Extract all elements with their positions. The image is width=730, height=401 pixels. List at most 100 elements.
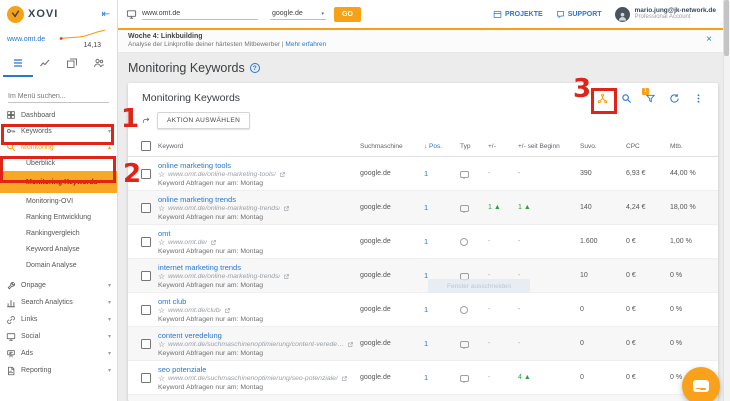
row-checkbox[interactable] (141, 169, 151, 179)
sidebar-tab[interactable] (91, 56, 107, 73)
engine-value: google.de (360, 170, 424, 177)
xovi-logo-icon (7, 6, 24, 23)
row-checkbox[interactable] (141, 237, 151, 247)
sidebar-tab[interactable] (37, 56, 53, 73)
select-all-checkbox[interactable] (141, 141, 151, 151)
page-scrollbar[interactable] (723, 0, 730, 401)
sidebar-subitem[interactable]: Keyword Analyse (0, 241, 117, 257)
toolbar-button[interactable] (669, 93, 680, 104)
sidebar-item[interactable]: Ads ▾ (0, 345, 117, 362)
collapse-sidebar-icon[interactable]: ⇤ (102, 9, 110, 20)
star-icon[interactable]: ☆ (158, 273, 165, 281)
row-checkbox[interactable] (141, 373, 151, 383)
position-value[interactable]: 1 (424, 373, 460, 382)
keyword-link[interactable]: content veredelung (158, 331, 354, 340)
ovi-value: 14,13 (83, 42, 110, 49)
screen-icon (126, 9, 137, 20)
external-link-icon[interactable] (341, 375, 348, 382)
sidebar-tab[interactable] (64, 56, 80, 73)
toolbar-button[interactable]: 1 (645, 93, 656, 104)
col-keyword[interactable]: Keyword (158, 143, 360, 150)
chat-widget-button[interactable] (682, 367, 720, 401)
keyword-link[interactable]: seo potenziale (158, 365, 354, 374)
annotation-number-2: 2 (123, 161, 141, 187)
cpc-value: 0 € (626, 306, 670, 313)
support-link[interactable]: SUPPORT (556, 10, 602, 19)
col-change-since[interactable]: +/- seit Beginn (518, 143, 580, 150)
col-suchmaschine[interactable]: Suchmaschine (360, 143, 424, 150)
mtb-value: 0 % (670, 340, 718, 347)
sidebar-subitem[interactable]: Ranking Entwicklung (0, 209, 117, 225)
toolbar-button[interactable] (693, 93, 704, 104)
sidebar-subitem-label: Rankingvergleich (26, 230, 80, 237)
col-pos-sorted[interactable]: ↓ Pos. (424, 143, 460, 150)
col-cpc[interactable]: CPC (626, 143, 670, 150)
user-avatar[interactable] (615, 7, 630, 22)
chevron-down-icon: ▾ (108, 333, 111, 340)
chevron-down-icon: ▾ (108, 350, 111, 357)
sidebar-subitem[interactable]: Monitoring-OVI (0, 193, 117, 209)
projekte-link[interactable]: PROJEKTE (493, 10, 543, 19)
external-link-icon[interactable] (283, 273, 290, 280)
url-input[interactable] (142, 8, 258, 20)
position-value[interactable]: 1 (424, 237, 460, 246)
brand-name: XOVI (28, 8, 98, 20)
star-icon[interactable]: ☆ (158, 341, 165, 349)
help-icon[interactable]: ? (250, 63, 260, 73)
external-link-icon[interactable] (283, 205, 290, 212)
col-change[interactable]: +/- (488, 143, 518, 150)
col-mtb[interactable]: Mtb. (670, 143, 718, 150)
sidebar-item[interactable]: Dashboard (0, 107, 117, 123)
sidebar-tab[interactable] (10, 56, 26, 73)
aktion-auswaehlen-button[interactable]: AKTION AUSWÄHLEN (157, 112, 250, 129)
row-checkbox[interactable] (141, 339, 151, 349)
star-icon[interactable]: ☆ (158, 375, 165, 383)
project-domain-link[interactable]: www.omt.de (7, 36, 45, 43)
star-icon[interactable]: ☆ (158, 307, 165, 315)
menu-search-input[interactable] (8, 91, 109, 103)
row-checkbox[interactable] (141, 305, 151, 315)
star-icon[interactable]: ☆ (158, 171, 165, 179)
change-since-value: - (518, 340, 580, 347)
sidebar-item-label: Search Analytics (21, 299, 103, 306)
keyword-link[interactable]: online marketing trends (158, 195, 354, 204)
external-link-icon[interactable] (279, 171, 286, 178)
go-button[interactable]: GO (334, 7, 361, 22)
position-value[interactable]: 1 (424, 169, 460, 178)
snipping-tool-tooltip: Fenster ausschneiden (428, 279, 530, 293)
external-link-icon[interactable] (210, 239, 217, 246)
banner-close-icon[interactable]: × (706, 35, 712, 45)
keyword-link[interactable]: internet marketing trends (158, 263, 354, 272)
annotation-number-3: 3 (573, 76, 591, 102)
position-value[interactable]: 1 (424, 305, 460, 314)
row-checkbox[interactable] (141, 271, 151, 281)
sidebar-item[interactable]: Social ▾ (0, 328, 117, 345)
col-typ[interactable]: Typ (460, 143, 488, 150)
star-icon[interactable]: ☆ (158, 205, 165, 213)
engine-select[interactable]: google.de ▾ (270, 8, 326, 20)
cpc-value: 0 € (626, 374, 670, 381)
position-value[interactable]: 1 (424, 203, 460, 212)
sidebar-item[interactable]: Search Analytics ▾ (0, 294, 117, 311)
sidebar-item[interactable]: Reporting ▾ (0, 362, 117, 379)
external-link-icon[interactable] (347, 341, 354, 348)
star-icon[interactable]: ☆ (158, 239, 165, 247)
toolbar-button[interactable] (621, 93, 632, 104)
keyword-link[interactable]: omt club (158, 297, 354, 306)
mehr-erfahren-link[interactable]: Mehr erfahren (285, 41, 326, 48)
sidebar-item-label: Social (21, 333, 103, 340)
keyword-link[interactable]: omt (158, 229, 354, 238)
external-link-icon[interactable] (224, 307, 231, 314)
sidebar-item[interactable]: Onpage ▾ (0, 277, 117, 294)
content-area: Monitoring Keywords ? Monitoring Keyword… (118, 53, 730, 401)
chat-bubble-icon (693, 380, 709, 392)
keyword-link[interactable]: online marketing tools (158, 161, 354, 170)
position-value[interactable]: 1 (424, 339, 460, 348)
sidebar-subitem[interactable]: Domain Analyse (0, 257, 117, 273)
row-checkbox[interactable] (141, 203, 151, 213)
col-suvo[interactable]: Suvo. (580, 143, 626, 150)
scrollbar-thumb[interactable] (724, 0, 729, 56)
sidebar-subitem[interactable]: Rankingvergleich (0, 225, 117, 241)
sidebar-item[interactable]: Links ▾ (0, 311, 117, 328)
topbar: google.de ▾ GO PROJEKTE SUPPORT mario.ju… (118, 0, 730, 30)
